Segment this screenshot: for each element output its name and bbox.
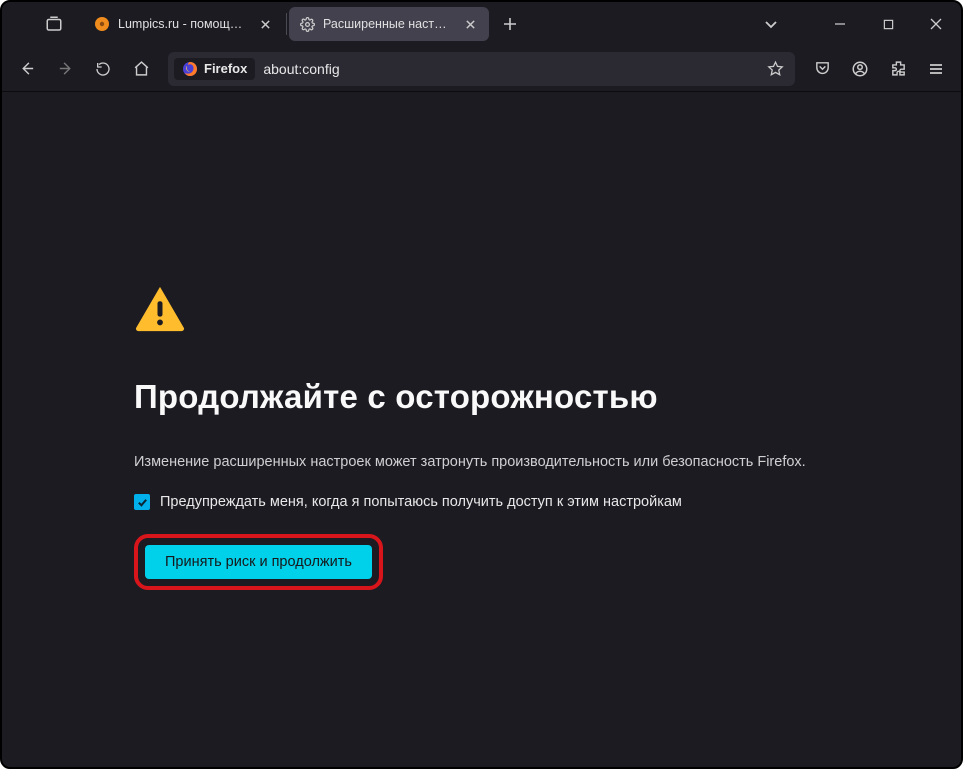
checkbox-checked-icon[interactable] <box>134 494 150 510</box>
warning-triangle-icon <box>134 284 874 332</box>
gear-icon <box>299 16 315 32</box>
warning-title: Продолжайте с осторожностью <box>134 378 874 416</box>
accept-risk-button[interactable]: Принять риск и продолжить <box>145 545 372 579</box>
tab-separator <box>286 13 287 35</box>
favicon-lumpics-icon <box>94 16 110 32</box>
identity-label: Firefox <box>204 61 247 76</box>
new-tab-button[interactable] <box>495 9 525 39</box>
pocket-button[interactable] <box>805 52 839 86</box>
bookmark-star-icon[interactable] <box>761 55 789 83</box>
tab-about-config[interactable]: Расширенные настройки <box>289 7 489 41</box>
list-all-tabs-button[interactable] <box>753 6 789 42</box>
browser-window: Lumpics.ru - помощь с компьютерами Расши… <box>0 0 963 769</box>
annotation-highlight: Принять риск и продолжить <box>134 534 383 590</box>
close-icon[interactable] <box>256 15 274 33</box>
nav-toolbar: Firefox about:config <box>2 46 961 92</box>
warning-description: Изменение расширенных настроек может зат… <box>134 452 874 472</box>
tab-overview-icon[interactable] <box>38 8 70 40</box>
account-button[interactable] <box>843 52 877 86</box>
checkbox-label: Предупреждать меня, когда я попытаюсь по… <box>160 494 682 510</box>
tab-label: Расширенные настройки <box>323 17 453 31</box>
firefox-icon <box>182 61 198 77</box>
page-content: Продолжайте с осторожностью Изменение ра… <box>4 94 959 765</box>
tab-strip: Lumpics.ru - помощь с компьютерами Расши… <box>84 2 525 46</box>
app-menu-button[interactable] <box>919 52 953 86</box>
warning-container: Продолжайте с осторожностью Изменение ра… <box>134 284 874 590</box>
forward-button[interactable] <box>48 52 82 86</box>
warning-checkbox-row[interactable]: Предупреждать меня, когда я попытаюсь по… <box>134 494 874 510</box>
url-bar[interactable]: Firefox about:config <box>168 52 795 86</box>
tab-label: Lumpics.ru - помощь с компьютерами <box>118 17 248 31</box>
back-button[interactable] <box>10 52 44 86</box>
minimize-button[interactable] <box>817 2 863 46</box>
maximize-button[interactable] <box>865 2 911 46</box>
reload-button[interactable] <box>86 52 120 86</box>
titlebar: Lumpics.ru - помощь с компьютерами Расши… <box>2 2 961 46</box>
close-icon[interactable] <box>461 15 479 33</box>
tab-lumpics[interactable]: Lumpics.ru - помощь с компьютерами <box>84 7 284 41</box>
home-button[interactable] <box>124 52 158 86</box>
url-text: about:config <box>263 61 761 77</box>
close-window-button[interactable] <box>913 2 959 46</box>
identity-box[interactable]: Firefox <box>174 58 255 80</box>
window-controls <box>817 2 959 46</box>
extensions-button[interactable] <box>881 52 915 86</box>
